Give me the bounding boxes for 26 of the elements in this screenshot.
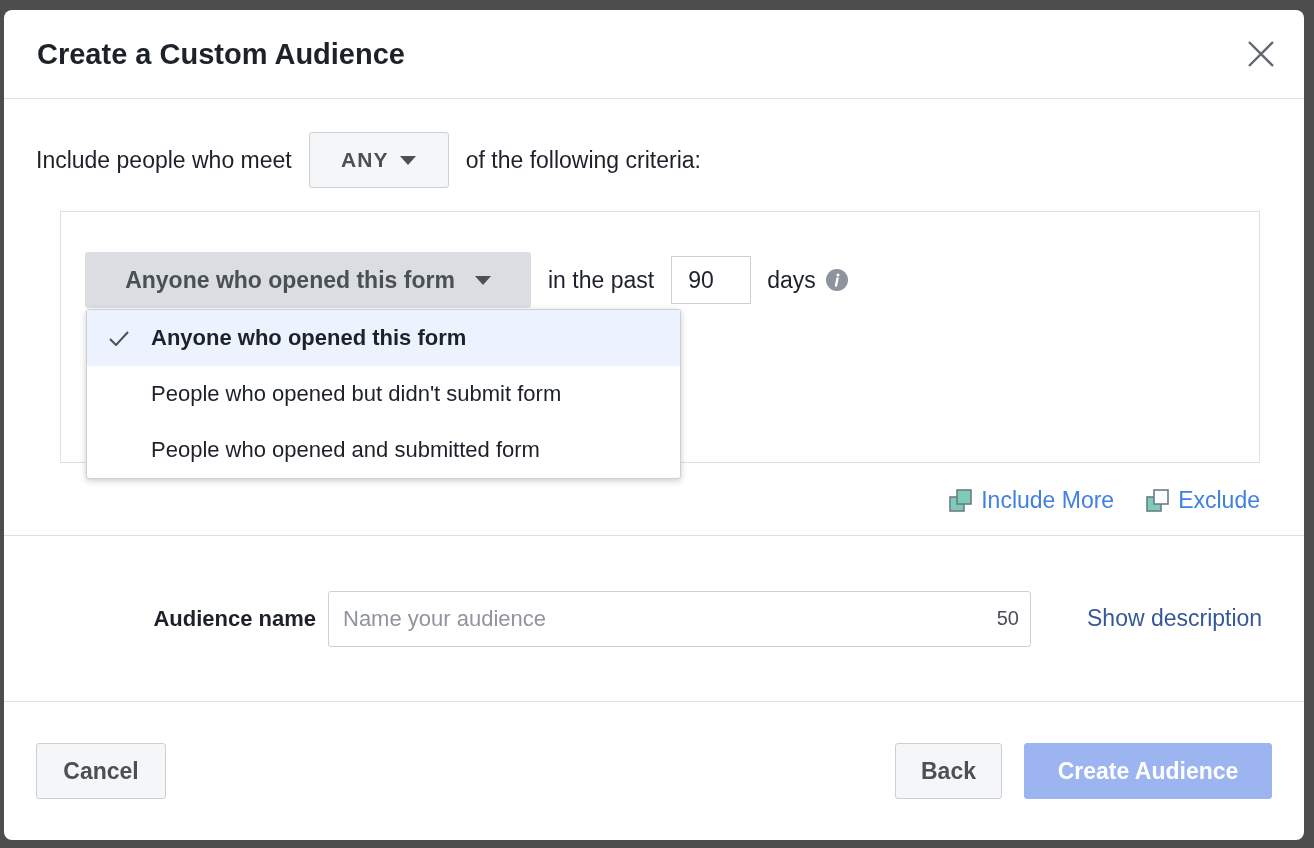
caret-icon [400,155,417,165]
audience-name-label: Audience name [152,605,316,632]
match-dropdown[interactable]: ANY [308,132,449,188]
menu-item[interactable]: Anyone who opened this form [87,310,680,366]
close-icon [1248,41,1274,67]
show-description-link[interactable]: Show description [1087,605,1263,632]
checkmark-icon [109,330,129,346]
character-counter: 50 [996,606,1019,630]
close-button[interactable] [1248,41,1274,67]
overlapping-squares-icon [949,488,974,513]
exclude-link[interactable]: Exclude [1178,487,1260,514]
past-label: in the past [548,266,655,294]
back-button[interactable]: Back [895,743,1002,799]
menu-item[interactable]: People who opened but didn't submit form [87,366,680,422]
criteria-label: of the following criteria: [465,146,701,174]
menu-item[interactable]: People who opened and submitted form [87,422,680,478]
dialog-title: Create a Custom Audience [37,37,405,71]
info-icon[interactable] [825,269,848,291]
overlapping-squares-icon [1146,488,1171,513]
criteria-label: Include people who meet [36,146,292,174]
days-label: days [767,266,816,294]
event-dropdown[interactable]: Anyone who opened this form [85,252,531,308]
cancel-button[interactable]: Cancel [36,743,166,799]
days-input[interactable]: 90 [671,256,752,304]
caret-icon [474,275,491,285]
include-link[interactable]: Include More [981,487,1115,514]
